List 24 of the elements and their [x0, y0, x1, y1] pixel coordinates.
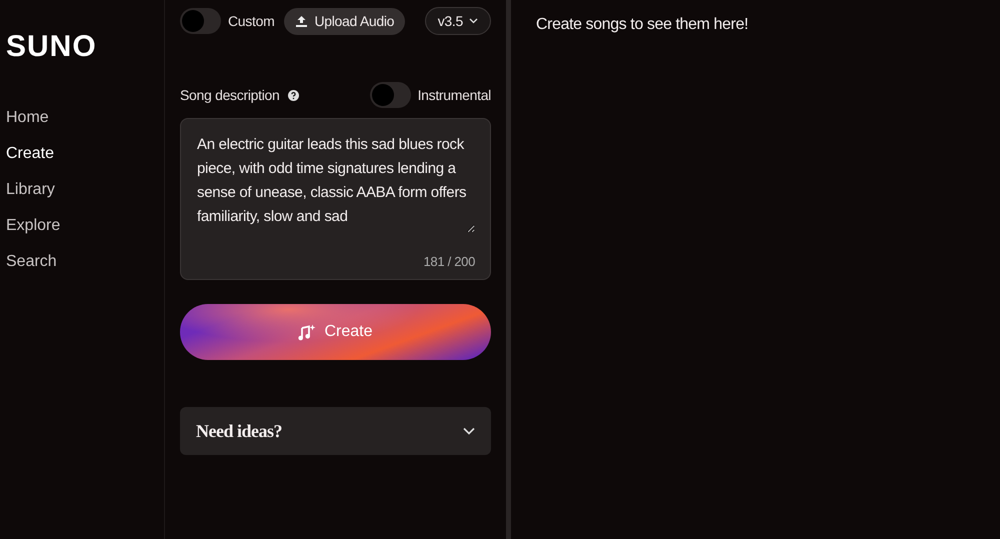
nav-item[interactable]: Create: [6, 144, 54, 163]
nav-item[interactable]: Search: [6, 252, 57, 271]
logo[interactable]: SUNO: [6, 30, 97, 64]
need-ideas-dropdown[interactable]: Need ideas?: [180, 407, 491, 455]
upload-audio-button[interactable]: Upload Audio: [284, 8, 406, 34]
toggle-label: Custom: [228, 13, 274, 29]
help-icon[interactable]: [288, 90, 298, 100]
field-label: Song description: [180, 87, 280, 103]
empty-state-message: Create songs to see them here!: [536, 16, 748, 33]
upload-icon: [295, 15, 308, 27]
music-note-icon: [298, 324, 316, 340]
create-button[interactable]: Create: [180, 304, 491, 360]
chevron-icon: [463, 427, 475, 435]
description-text[interactable]: An electric guitar leads this sad blues rock piece, with odd time signatures lending a sense of unease, classic AABA form offers familiarity, slow and sad: [197, 133, 475, 233]
version-dropdown[interactable]: v3.5: [424, 7, 491, 35]
toggle-label: Instrumental: [418, 87, 491, 103]
description-field[interactable]: An electric guitar leads this sad blues rock piece, with odd time signatures lending a sense of unease, classic AABA form offers familiarity, slow and sad 181 / 200: [180, 118, 491, 280]
nav-item[interactable]: Library: [6, 180, 55, 199]
chevron-down-icon: [469, 18, 478, 24]
nav-item[interactable]: Home: [6, 108, 49, 127]
toggle-switch[interactable]: [180, 8, 221, 34]
nav-item[interactable]: Explore: [6, 216, 60, 235]
character-counter: 181 / 200: [423, 254, 475, 269]
toggle-switch[interactable]: [370, 82, 411, 108]
